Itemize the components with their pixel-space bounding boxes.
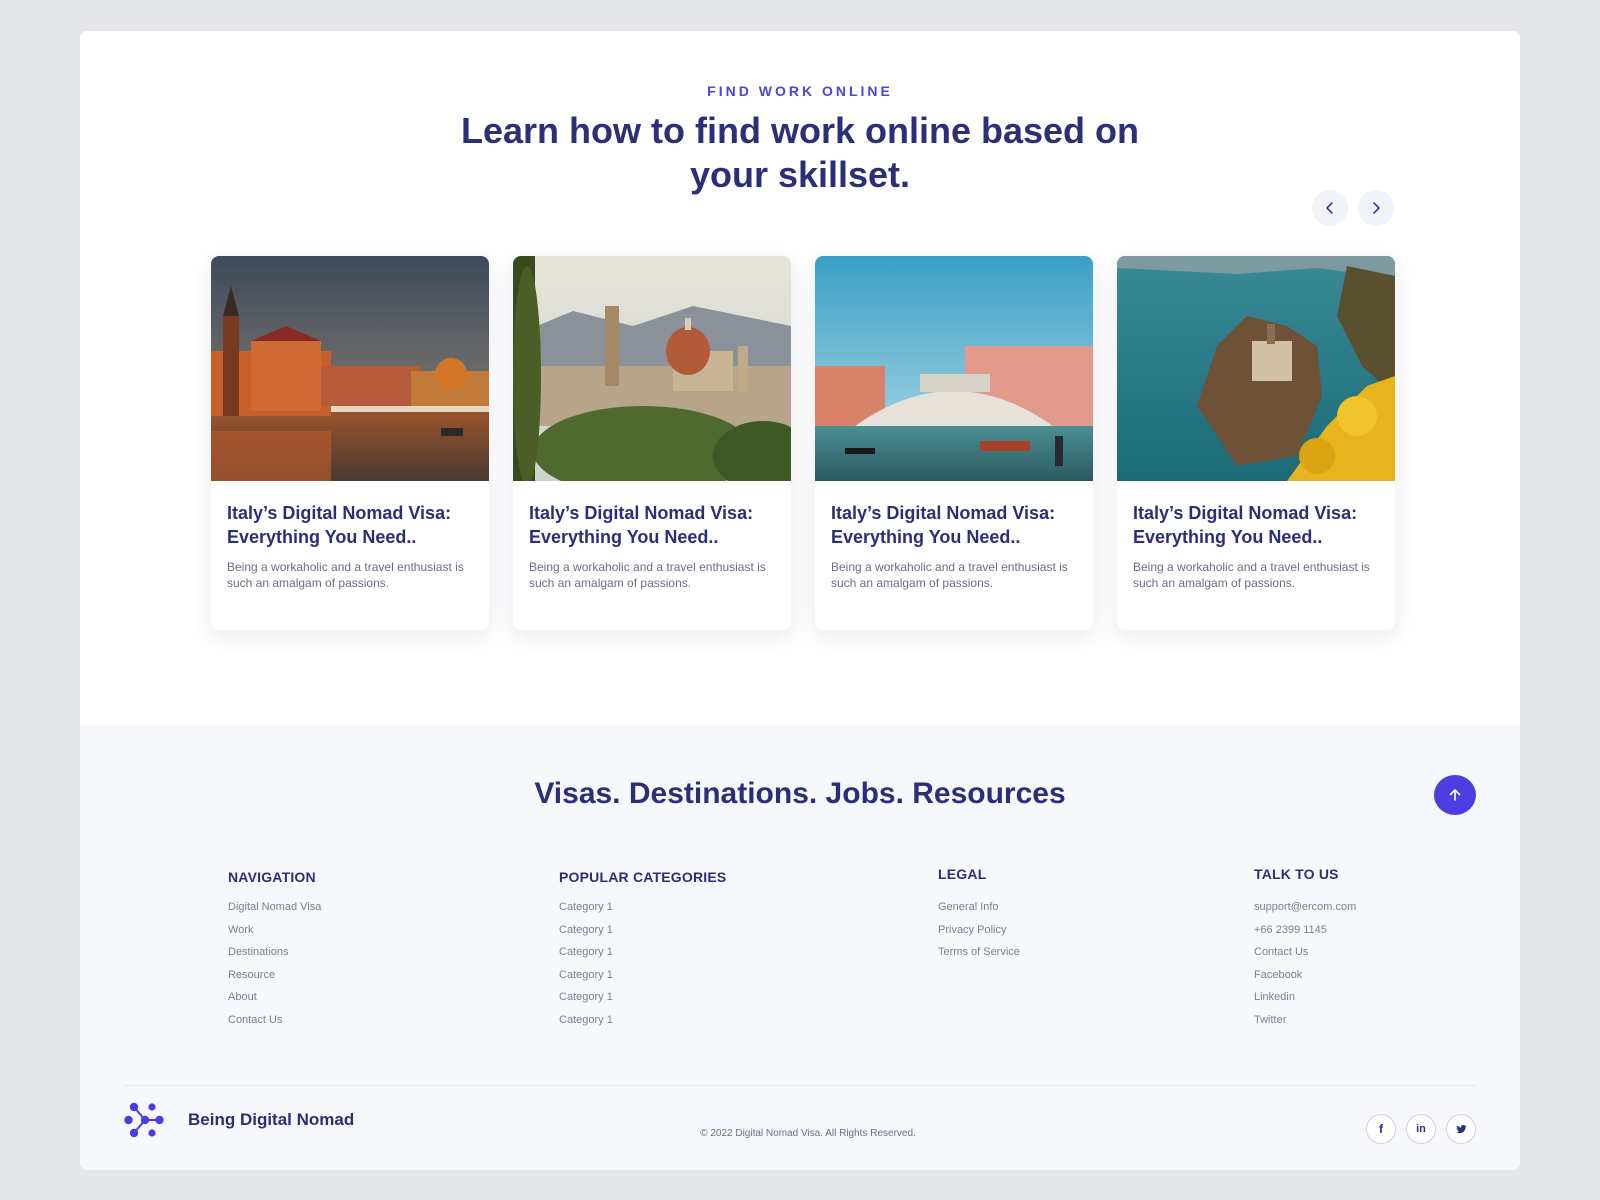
twitter-button[interactable]: [1446, 1114, 1476, 1144]
footer-column-navigation: NAVIGATION Digital Nomad Visa Work Desti…: [228, 869, 321, 1035]
site-footer: Visas. Destinations. Jobs. Resources NAV…: [80, 725, 1520, 1170]
footer-link[interactable]: Destinations: [228, 944, 321, 967]
article-image: [815, 256, 1093, 481]
footer-link[interactable]: Facebook: [1254, 967, 1356, 990]
article-title[interactable]: Italy’s Digital Nomad Visa: Everything Y…: [1133, 501, 1379, 549]
article-title[interactable]: Italy’s Digital Nomad Visa: Everything Y…: [529, 501, 775, 549]
article-description: Being a workaholic and a travel enthusia…: [1133, 560, 1370, 590]
chevron-left-icon: [1326, 202, 1333, 214]
article-cards: Italy’s Digital Nomad Visa: Everything Y…: [211, 256, 1395, 630]
footer-link[interactable]: Category 1: [559, 989, 726, 1012]
article-card[interactable]: Italy’s Digital Nomad Visa: Everything Y…: [1117, 256, 1395, 630]
footer-link[interactable]: Category 1: [559, 944, 726, 967]
carousel-next-button[interactable]: [1358, 190, 1394, 226]
linkedin-icon: in: [1416, 1123, 1426, 1135]
article-image: [211, 256, 489, 481]
brand-name: Being Digital Nomad: [188, 1110, 355, 1129]
section-title: Learn how to find work online based on y…: [460, 110, 1140, 195]
find-work-section: FIND WORK ONLINE Learn how to find work …: [80, 31, 1520, 725]
footer-link[interactable]: About: [228, 989, 321, 1012]
article-description: Being a workaholic and a travel enthusia…: [831, 560, 1068, 590]
footer-link[interactable]: Privacy Policy: [938, 922, 1020, 945]
arrow-up-icon: [1449, 789, 1461, 801]
carousel-prev-button[interactable]: [1312, 190, 1348, 226]
footer-link[interactable]: Resource: [228, 967, 321, 990]
facebook-button[interactable]: f: [1366, 1114, 1396, 1144]
footer-link[interactable]: Category 1: [559, 922, 726, 945]
section-eyebrow: FIND WORK ONLINE: [707, 83, 893, 99]
footer-link[interactable]: Contact Us: [228, 1012, 321, 1035]
footer-column-popular-categories: POPULAR CATEGORIES Category 1 Category 1…: [559, 869, 726, 1035]
footer-link[interactable]: Category 1: [559, 899, 726, 922]
footer-link[interactable]: Category 1: [559, 967, 726, 990]
footer-divider: [124, 1085, 1476, 1086]
footer-email-link[interactable]: support@ercom.com: [1254, 899, 1356, 922]
article-title[interactable]: Italy’s Digital Nomad Visa: Everything Y…: [227, 501, 473, 549]
copyright-text: © 2022 Digital Nomad Visa. All Rights Re…: [700, 1128, 916, 1139]
article-description: Being a workaholic and a travel enthusia…: [227, 560, 464, 590]
footer-column-heading: POPULAR CATEGORIES: [559, 869, 727, 885]
footer-link[interactable]: Terms of Service: [938, 944, 1020, 967]
carousel-controls: [1312, 190, 1394, 226]
facebook-icon: f: [1379, 1122, 1383, 1136]
article-image: [1117, 256, 1395, 481]
article-description: Being a workaholic and a travel enthusia…: [529, 560, 766, 590]
article-card[interactable]: Italy’s Digital Nomad Visa: Everything Y…: [211, 256, 489, 630]
footer-link[interactable]: Category 1: [559, 1012, 726, 1035]
article-card[interactable]: Italy’s Digital Nomad Visa: Everything Y…: [815, 256, 1093, 630]
footer-link[interactable]: Work: [228, 922, 321, 945]
footer-link[interactable]: Twitter: [1254, 1012, 1356, 1035]
linkedin-button[interactable]: in: [1406, 1114, 1436, 1144]
footer-column-heading: NAVIGATION: [228, 869, 316, 885]
back-to-top-button[interactable]: [1434, 775, 1476, 815]
footer-column-talk-to-us: TALK TO US support@ercom.com +66 2399 11…: [1254, 866, 1356, 1035]
footer-link[interactable]: General Info: [938, 899, 1020, 922]
footer-column-heading: LEGAL: [938, 866, 987, 882]
footer-phone-link[interactable]: +66 2399 1145: [1254, 922, 1356, 945]
page-frame: FIND WORK ONLINE Learn how to find work …: [80, 31, 1520, 1170]
twitter-icon: [1456, 1125, 1467, 1134]
footer-link[interactable]: Digital Nomad Visa: [228, 899, 321, 922]
footer-column-heading: TALK TO US: [1254, 866, 1339, 882]
footer-link[interactable]: Linkedin: [1254, 989, 1356, 1012]
footer-tagline: Visas. Destinations. Jobs. Resources: [534, 777, 1066, 810]
article-image: [513, 256, 791, 481]
footer-column-legal: LEGAL General Info Privacy Policy Terms …: [938, 866, 1020, 967]
social-links: f in: [1366, 1114, 1476, 1144]
article-title[interactable]: Italy’s Digital Nomad Visa: Everything Y…: [831, 501, 1077, 549]
footer-link[interactable]: Contact Us: [1254, 944, 1356, 967]
chevron-right-icon: [1373, 202, 1380, 214]
article-card[interactable]: Italy’s Digital Nomad Visa: Everything Y…: [513, 256, 791, 630]
